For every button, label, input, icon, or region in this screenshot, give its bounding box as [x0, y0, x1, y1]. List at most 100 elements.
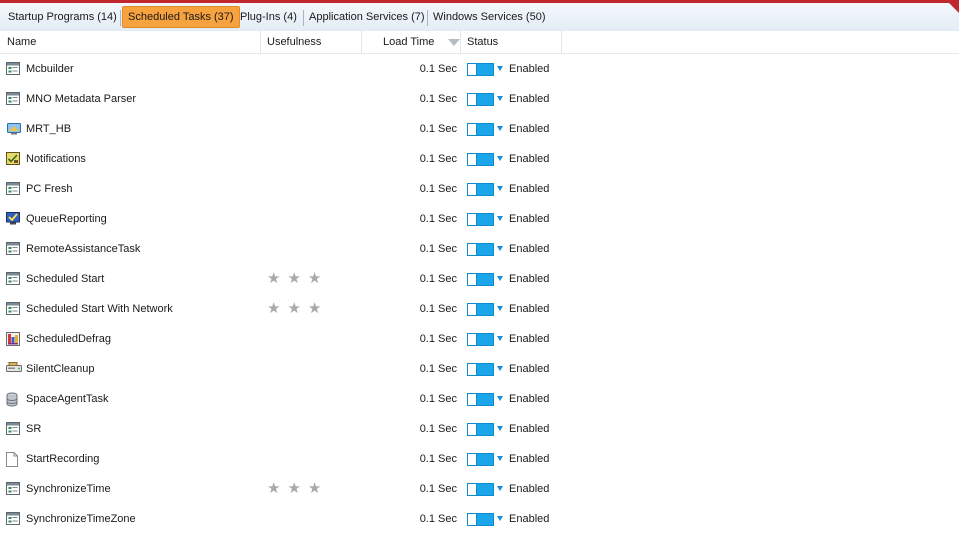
table-row[interactable]: Notifications 0.1 Sec Enabled [0, 144, 959, 174]
table-row[interactable]: PC Fresh 0.1 Sec Enabled [0, 174, 959, 204]
tab-plug-ins[interactable]: Plug-Ins (4) [235, 6, 302, 28]
table-row[interactable]: SR 0.1 Sec Enabled [0, 414, 959, 444]
star-icon[interactable]: ★ [267, 481, 280, 496]
star-icon[interactable]: ★ [267, 271, 280, 286]
column-header-status[interactable]: Status [467, 31, 498, 53]
status-toggle[interactable] [467, 423, 494, 436]
corner-arrow-icon [949, 3, 959, 13]
status-toggle[interactable] [467, 393, 494, 406]
status-dropdown-arrow-icon[interactable] [497, 96, 503, 101]
table-row[interactable]: Scheduled Start ★ ★ ★ 0.1 Sec Enabled [0, 264, 959, 294]
load-time-value: 0.1 Sec [419, 453, 457, 465]
table-row[interactable]: Scheduled Start With Network ★ ★ ★ 0.1 Sec En… [0, 294, 959, 324]
status-dropdown-arrow-icon[interactable] [497, 66, 503, 71]
status-label: Enabled [509, 63, 550, 75]
load-time-value: 0.1 Sec [419, 303, 457, 315]
status-dropdown-arrow-icon[interactable] [497, 366, 503, 371]
table-row[interactable]: SilentCleanup 0.1 Sec Enabled [0, 354, 959, 384]
status-toggle[interactable] [467, 333, 494, 346]
star-icon[interactable]: ★ [287, 481, 300, 496]
status-toggle[interactable] [467, 243, 494, 256]
tab-scheduled-tasks[interactable]: Scheduled Tasks (37) [122, 6, 240, 28]
star-icon[interactable]: ★ [308, 301, 321, 316]
status-label: Enabled [509, 453, 550, 465]
status-toggle[interactable] [467, 183, 494, 196]
table-row[interactable]: MRT_HB 0.1 Sec Enabled [0, 114, 959, 144]
table-row[interactable]: ScheduledDefrag 0.1 Sec Enabled [0, 324, 959, 354]
task-name: Scheduled Start [26, 273, 105, 285]
status-dropdown-arrow-icon[interactable] [497, 306, 503, 311]
status-toggle[interactable] [467, 123, 494, 136]
star-icon[interactable]: ★ [287, 271, 300, 286]
tab-application-services[interactable]: Application Services (7) [304, 6, 430, 28]
defrag-icon [6, 332, 20, 346]
status-toggle[interactable] [467, 63, 494, 76]
tab-windows-services[interactable]: Windows Services (50) [428, 6, 550, 28]
toggle-knob [468, 274, 477, 285]
star-icon[interactable]: ★ [287, 301, 300, 316]
table-row[interactable]: Mcbuilder 0.1 Sec Enabled [0, 54, 959, 84]
table-row[interactable]: QueueReporting 0.1 Sec Enabled [0, 204, 959, 234]
status-dropdown-arrow-icon[interactable] [497, 276, 503, 281]
window-task-icon [6, 242, 20, 255]
usefulness-rating[interactable]: ★ ★ ★ [267, 301, 328, 316]
task-name: SynchronizeTime [26, 483, 111, 495]
status-dropdown-arrow-icon[interactable] [497, 336, 503, 341]
usefulness-rating[interactable]: ★ ★ ★ [267, 481, 328, 496]
status-toggle[interactable] [467, 213, 494, 226]
notification-icon [6, 152, 20, 165]
status-label: Enabled [509, 303, 550, 315]
status-toggle[interactable] [467, 513, 494, 526]
status-toggle[interactable] [467, 153, 494, 166]
status-dropdown-arrow-icon[interactable] [497, 186, 503, 191]
status-dropdown-arrow-icon[interactable] [497, 486, 503, 491]
status-toggle[interactable] [467, 363, 494, 376]
toggle-knob [468, 244, 477, 255]
load-time-value: 0.1 Sec [419, 153, 457, 165]
table-row[interactable]: SynchronizeTimeZone 0.1 Sec Enabled [0, 504, 959, 534]
sort-descending-icon[interactable] [448, 38, 461, 46]
status-toggle[interactable] [467, 303, 494, 316]
status-toggle[interactable] [467, 273, 494, 286]
table-row[interactable]: StartRecording 0.1 Sec Enabled [0, 444, 959, 474]
tab-startup-programs[interactable]: Startup Programs (14) [3, 6, 122, 28]
task-name: StartRecording [26, 453, 100, 465]
status-dropdown-arrow-icon[interactable] [497, 456, 503, 461]
task-name: RemoteAssistanceTask [26, 243, 141, 255]
status-toggle[interactable] [467, 453, 494, 466]
status-label: Enabled [509, 243, 550, 255]
status-dropdown-arrow-icon[interactable] [497, 426, 503, 431]
column-header-name[interactable]: Name [7, 31, 36, 53]
window-task-icon [6, 182, 20, 195]
table-row[interactable]: MNO Metadata Parser 0.1 Sec Enabled [0, 84, 959, 114]
column-divider [361, 31, 362, 53]
status-toggle[interactable] [467, 93, 494, 106]
status-dropdown-arrow-icon[interactable] [497, 126, 503, 131]
star-icon[interactable]: ★ [267, 301, 280, 316]
status-dropdown-arrow-icon[interactable] [497, 216, 503, 221]
star-icon[interactable]: ★ [308, 271, 321, 286]
window-task-icon [6, 482, 20, 495]
column-header-load-time[interactable]: Load Time [383, 31, 461, 53]
toggle-knob [468, 424, 477, 435]
status-label: Enabled [509, 213, 550, 225]
column-header-usefulness[interactable]: Usefulness [267, 31, 321, 53]
task-name: SilentCleanup [26, 363, 95, 375]
task-name: Mcbuilder [26, 63, 74, 75]
table-row[interactable]: RemoteAssistanceTask 0.1 Sec Enabled [0, 234, 959, 264]
status-toggle[interactable] [467, 483, 494, 496]
status-label: Enabled [509, 423, 550, 435]
table-row[interactable]: SynchronizeTime ★ ★ ★ 0.1 Sec Enabled [0, 474, 959, 504]
status-dropdown-arrow-icon[interactable] [497, 396, 503, 401]
usefulness-rating[interactable]: ★ ★ ★ [267, 271, 328, 286]
status-label: Enabled [509, 483, 550, 495]
status-dropdown-arrow-icon[interactable] [497, 246, 503, 251]
load-time-value: 0.1 Sec [419, 423, 457, 435]
table-row[interactable]: SpaceAgentTask 0.1 Sec Enabled [0, 384, 959, 414]
toggle-knob [468, 184, 477, 195]
status-dropdown-arrow-icon[interactable] [497, 516, 503, 521]
star-icon[interactable]: ★ [308, 481, 321, 496]
mrt-shield-icon [6, 122, 21, 135]
status-dropdown-arrow-icon[interactable] [497, 156, 503, 161]
load-time-value: 0.1 Sec [419, 513, 457, 525]
